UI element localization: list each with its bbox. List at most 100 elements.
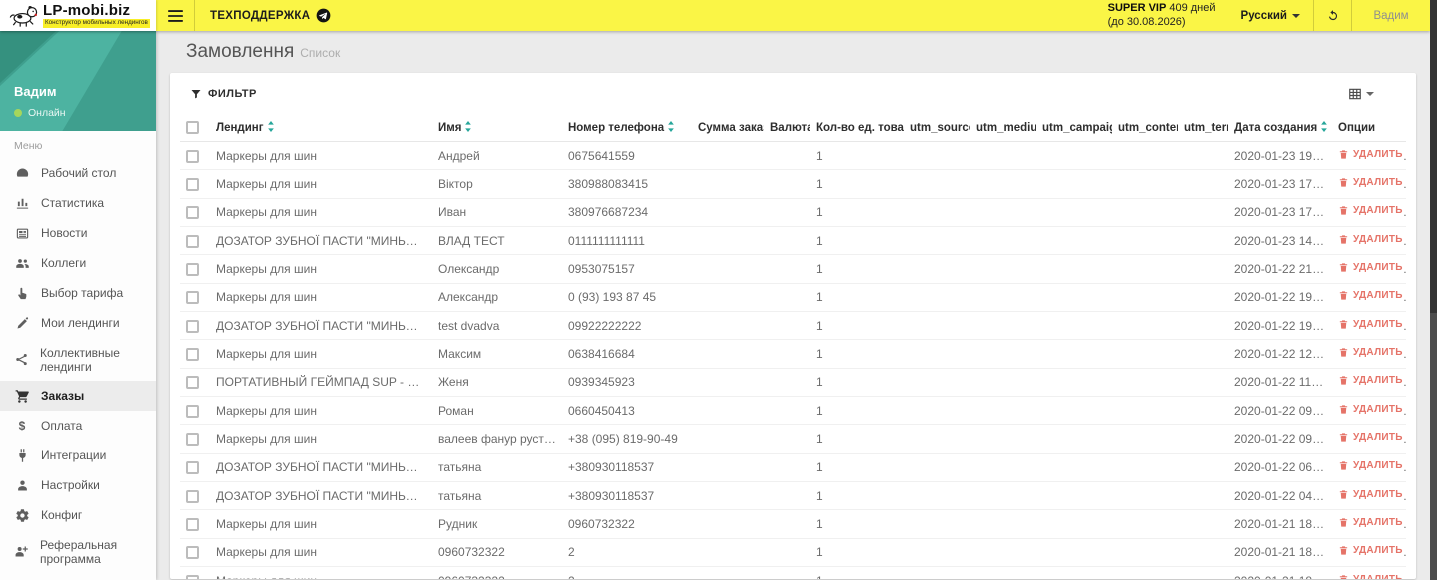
delete-button[interactable]: УДАЛИТЬ (1338, 319, 1403, 330)
cell-sum (692, 396, 764, 426)
sidebar-item-dashboard[interactable]: Рабочий стол (0, 158, 156, 188)
cell-utm_content (1112, 141, 1178, 171)
select-all-checkbox[interactable] (186, 121, 199, 134)
col-header-label: utm_content (1118, 121, 1178, 134)
trash-icon (1338, 460, 1349, 471)
delete-button[interactable]: УДАЛИТЬ (1338, 262, 1403, 273)
cell-select (180, 538, 210, 567)
delete-button[interactable]: УДАЛИТЬ (1338, 205, 1403, 216)
vertical-scrollbar[interactable] (1430, 0, 1437, 580)
person-icon (14, 478, 30, 493)
cell-phone: 0939345923 (562, 368, 692, 397)
scrollbar-thumb[interactable] (1430, 0, 1437, 314)
delete-button-label: УДАЛИТЬ (1353, 431, 1403, 443)
table-row: Маркеры для шин Олександр 0953075157 1 2020-… (180, 254, 1406, 284)
delete-button[interactable]: УДАЛИТЬ (1338, 177, 1403, 188)
row-checkbox[interactable] (186, 376, 199, 390)
delete-button[interactable]: УДАЛИТЬ (1338, 545, 1403, 556)
trash-icon (1338, 545, 1349, 556)
sidebar-item-payment[interactable]: $ Оплата (0, 411, 156, 440)
cell-landing: ДОЗАТОР ЗУБНОЇ ПАСТИ "МИНЬОН" (210, 226, 432, 256)
cell-utm_source (904, 368, 970, 397)
row-checkbox[interactable] (186, 404, 199, 418)
sidebar-item-my-landings[interactable]: Мои лендинги (0, 308, 156, 338)
cell-qty: 1 (810, 424, 904, 454)
sidebar-item-label: Мои лендинги (41, 316, 120, 330)
row-checkbox[interactable] (186, 461, 199, 475)
cell-utm_campaign (1036, 169, 1112, 199)
row-checkbox[interactable] (186, 546, 199, 560)
sidebar-item-news[interactable]: Новости (0, 218, 156, 248)
sidebar-item-config[interactable]: Конфиг (0, 500, 156, 530)
refresh-button[interactable] (1314, 0, 1351, 31)
row-checkbox[interactable] (186, 319, 199, 333)
delete-button[interactable]: УДАЛИТЬ (1338, 404, 1403, 415)
row-checkbox[interactable] (186, 489, 199, 503)
row-checkbox[interactable] (186, 178, 199, 192)
sidebar-item-orders[interactable]: Заказы (0, 381, 156, 411)
row-checkbox[interactable] (186, 348, 199, 362)
filter-button[interactable]: ФИЛЬТР (190, 88, 257, 100)
row-checkbox[interactable] (186, 149, 199, 163)
col-header-created[interactable]: Дата создания (1228, 114, 1332, 142)
sidebar-item-label: Коллективные лендинги (40, 345, 120, 374)
cell-name: валеев фанур рустямович (432, 424, 562, 454)
logo[interactable]: LP-mobi.biz Конструктор мобильных лендин… (0, 0, 156, 31)
sidebar-item-referral[interactable]: Реферальная программа (0, 530, 156, 573)
table-row: Маркеры для шин Андрей 0675641559 1 2020-01-… (180, 141, 1406, 171)
sidebar-item-faq[interactable]: ?FAQ (0, 573, 156, 580)
cell-utm_term (1178, 169, 1228, 199)
cell-sum (692, 169, 764, 199)
sidebar-item-settings[interactable]: Настройки (0, 470, 156, 500)
delete-button[interactable]: УДАЛИТЬ (1338, 234, 1403, 245)
delete-button[interactable]: УДАЛИТЬ (1338, 347, 1403, 358)
row-checkbox[interactable] (186, 234, 199, 248)
cell-utm_content (1112, 339, 1178, 369)
row-checkbox[interactable] (186, 206, 199, 220)
sidebar-item-collective-landings[interactable]: Коллективные лендинги (0, 338, 156, 381)
delete-button[interactable]: УДАЛИТЬ (1338, 149, 1403, 160)
user-menu[interactable]: Вадим (1352, 0, 1430, 31)
dashboard-icon (14, 166, 30, 181)
sidebar-item-integrations[interactable]: Интеграции (0, 440, 156, 470)
cell-options: УДАЛИТЬ (1332, 396, 1406, 426)
support-button[interactable]: ТЕХПОДДЕРЖКА (195, 0, 346, 31)
delete-button[interactable]: УДАЛИТЬ (1338, 290, 1403, 301)
sidebar-item-tariff[interactable]: Выбор тарифа (0, 278, 156, 308)
hamburger-button[interactable] (156, 0, 194, 31)
col-header-phone[interactable]: Номер телефона (562, 114, 692, 142)
table-row: Маркеры для шин Роман 0660450413 1 2020-01-2… (180, 396, 1406, 426)
row-checkbox[interactable] (186, 291, 199, 305)
delete-button[interactable]: УДАЛИТЬ (1338, 375, 1403, 386)
col-header-landing[interactable]: Лендинг (210, 114, 432, 142)
cell-qty: 1 (810, 198, 904, 227)
sidebar-item-colleagues[interactable]: Коллеги (0, 248, 156, 278)
delete-button[interactable]: УДАЛИТЬ (1338, 460, 1403, 471)
columns-toggle-button[interactable] (1348, 87, 1374, 101)
sidebar-item-label: Реферальная программа (40, 537, 118, 566)
delete-button[interactable]: УДАЛИТЬ (1338, 432, 1403, 443)
cell-name: татьяна (432, 481, 562, 511)
delete-button[interactable]: УДАЛИТЬ (1338, 574, 1403, 579)
row-checkbox[interactable] (186, 263, 199, 277)
row-checkbox[interactable] (186, 574, 199, 579)
language-dropdown[interactable]: Русский (1228, 0, 1313, 31)
row-checkbox[interactable] (186, 518, 199, 532)
sidebar-item-statistics[interactable]: Статистика (0, 188, 156, 218)
cell-phone: 0960732322 (562, 509, 692, 539)
col-header-name[interactable]: Имя (432, 114, 562, 142)
cell-utm_medium (970, 481, 1036, 511)
cell-utm_source (904, 254, 970, 284)
delete-button[interactable]: УДАЛИТЬ (1338, 517, 1403, 528)
delete-button[interactable]: УДАЛИТЬ (1338, 489, 1403, 500)
sidebar-item-label: Настройки (41, 478, 100, 492)
delete-button-label: УДАЛИТЬ (1353, 516, 1403, 528)
table-row: Маркеры для шин09607323222 1 2020-01-21 18… (180, 566, 1406, 579)
filter-label: ФИЛЬТР (208, 88, 257, 100)
cell-utm_campaign (1036, 254, 1112, 284)
cell-name: Максим (432, 339, 562, 369)
cell-name: Иван (432, 198, 562, 227)
cell-sum (692, 141, 764, 171)
row-checkbox[interactable] (186, 433, 199, 447)
cell-utm_source (904, 396, 970, 426)
